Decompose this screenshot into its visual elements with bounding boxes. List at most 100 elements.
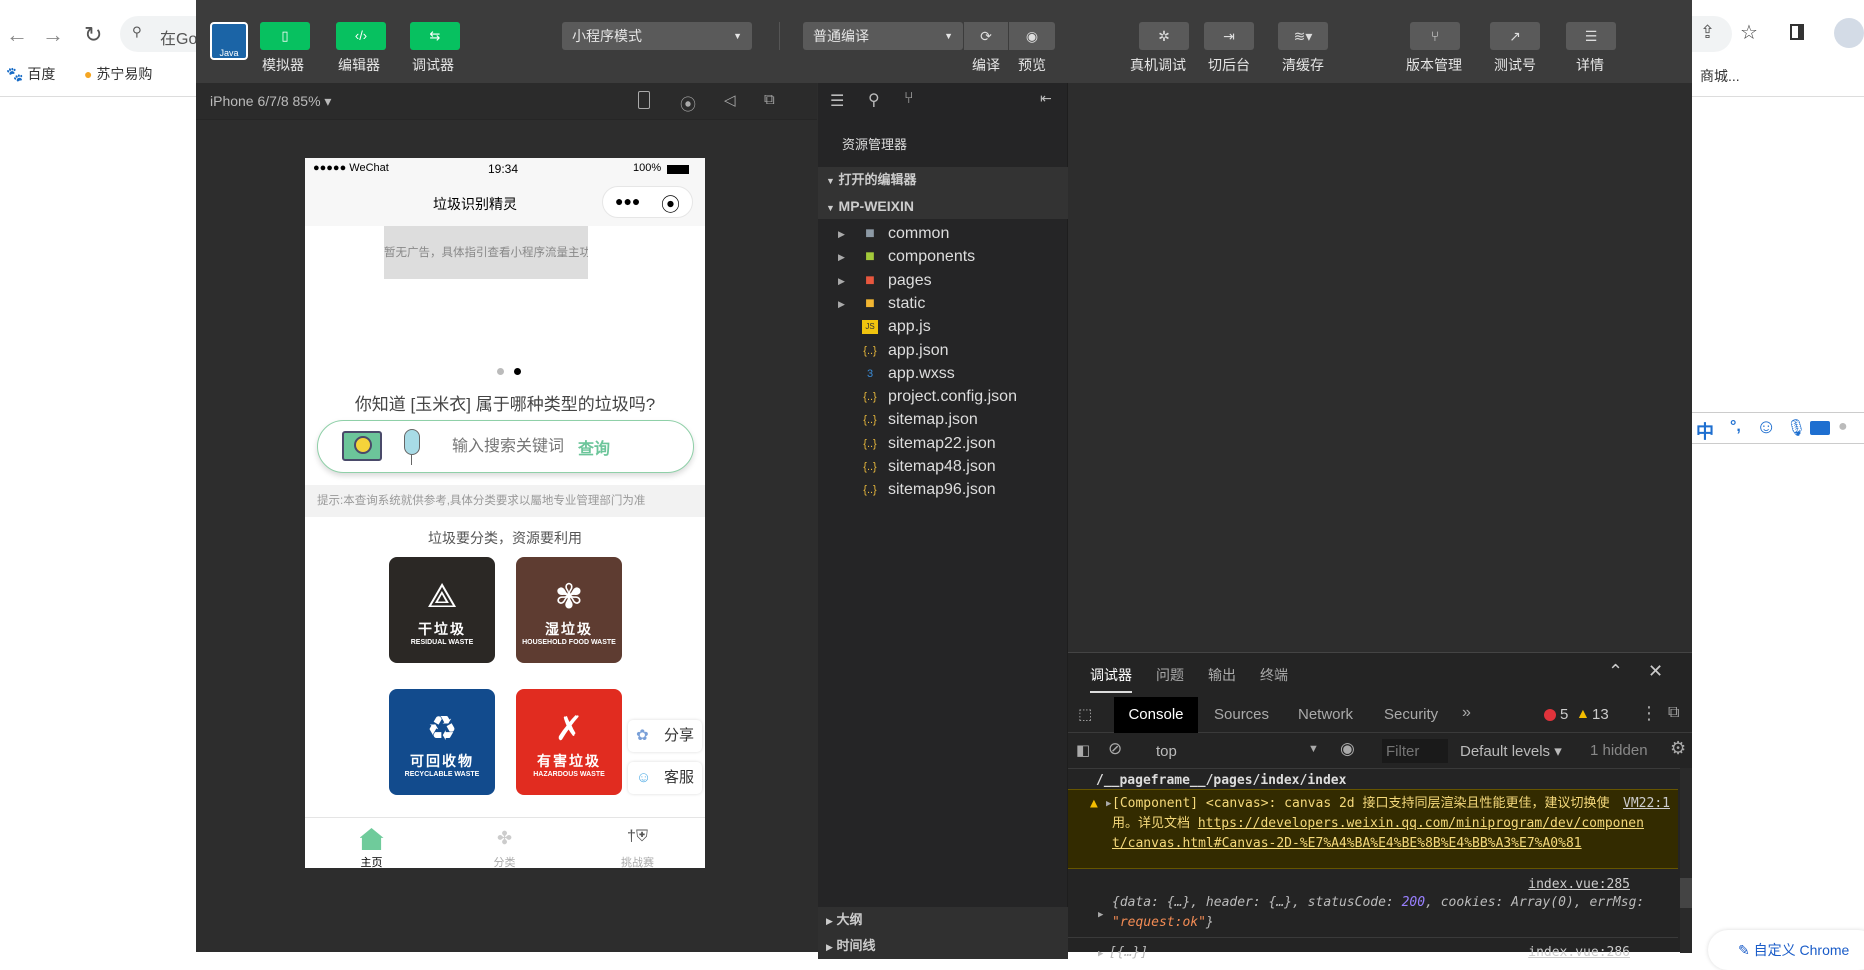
volume-icon[interactable]: ◁	[724, 91, 736, 109]
tab-home[interactable]: 主页	[305, 828, 438, 868]
background-button[interactable]: ⇥	[1204, 22, 1254, 50]
tree-item-common[interactable]: ▶ ■ common	[818, 221, 1068, 247]
back-button[interactable]: ←	[6, 22, 28, 48]
more-options-icon[interactable]: ⋮	[1640, 703, 1658, 724]
open-editors-section[interactable]: ▼ 打开的编辑器	[818, 167, 1068, 193]
compile-button[interactable]: ⟳	[964, 22, 1008, 50]
log-object[interactable]: ▶ {data: {…}, header: {…}, statusCode: 2…	[1098, 893, 1652, 933]
swiper-dot-active[interactable]	[514, 368, 521, 375]
swiper-dot[interactable]	[497, 368, 504, 375]
bookmark-suning[interactable]: ● 苏宁易购	[84, 64, 152, 84]
tab-sources[interactable]: Sources	[1214, 706, 1269, 723]
ad-banner[interactable]: 暂无广告，具体指引查看小程序流量主功能	[384, 226, 588, 279]
source-link[interactable]: index.vue:286	[1528, 945, 1630, 960]
details-button[interactable]: ☰	[1566, 22, 1616, 50]
reload-button[interactable]: ↻	[84, 22, 102, 48]
project-section[interactable]: ▼ MP-WEIXIN	[818, 193, 1068, 219]
tab-output[interactable]: 输出	[1208, 665, 1236, 685]
log-array[interactable]: ▶ [{…}]	[1098, 945, 1148, 960]
context-select[interactable]: top	[1156, 743, 1177, 760]
tab-security[interactable]: Security	[1384, 706, 1438, 723]
caret-down-icon[interactable]: ▼	[1308, 743, 1319, 755]
list-icon[interactable]: ☰	[830, 91, 844, 111]
tree-item-project-config-json[interactable]: {..} project.config.json	[818, 384, 1068, 410]
search-button[interactable]: 查询	[578, 435, 610, 459]
source-link[interactable]: VM22:1	[1623, 794, 1670, 814]
filter-input[interactable]	[1382, 739, 1448, 763]
remote-debug-button[interactable]: ✲	[1139, 22, 1189, 50]
debugger-button[interactable]: ⇆	[410, 22, 460, 50]
outline-section[interactable]: ▶ 大纲	[818, 907, 1068, 933]
tree-item-sitemap96-json[interactable]: {..} sitemap96.json	[818, 477, 1068, 503]
search-input[interactable]	[438, 433, 578, 461]
tree-item-app-json[interactable]: {..} app.json	[818, 338, 1068, 364]
compile-select[interactable]: 普通编译 ▼	[803, 22, 963, 50]
source-link[interactable]: index.vue:285	[1528, 877, 1630, 892]
more-icon[interactable]: ●●●	[615, 193, 640, 209]
bookmark-mall[interactable]: 商城...	[1700, 66, 1740, 86]
category-tile[interactable]: ✗ 有害垃圾 HAZARDOUS WASTE	[516, 689, 622, 795]
version-button[interactable]: ⑂	[1410, 22, 1460, 50]
ime-mode[interactable]: 中	[1696, 418, 1714, 444]
scrollbar[interactable]	[1680, 768, 1692, 953]
preview-button[interactable]: ◉	[1009, 22, 1055, 50]
settings-icon[interactable]: ⚙	[1670, 738, 1686, 759]
customer-service-button[interactable]: ☺ 客服	[628, 762, 702, 794]
clear-console-icon[interactable]: ⊘	[1108, 739, 1122, 759]
collapse-panel-icon[interactable]: ⇤	[1040, 90, 1052, 107]
profile-avatar[interactable]	[1834, 18, 1864, 48]
tree-item-sitemap22-json[interactable]: {..} sitemap22.json	[818, 431, 1068, 457]
record-icon[interactable]: ⦿	[680, 91, 696, 115]
detach-icon[interactable]: ⧉	[764, 91, 775, 108]
warning-count[interactable]: 13	[1592, 706, 1609, 723]
camera-icon[interactable]	[342, 431, 382, 461]
share-button[interactable]: ✿ 分享	[628, 720, 702, 752]
category-tile[interactable]: ⟁ 干垃圾 RESIDUAL WASTE	[389, 557, 495, 663]
tree-item-components[interactable]: ▶ ■ components	[818, 244, 1068, 270]
inspect-icon[interactable]: ⬚	[1078, 705, 1092, 723]
microphone-icon[interactable]: 🎙	[1786, 418, 1806, 438]
device-select[interactable]: iPhone 6/7/8 85% ▾	[210, 93, 331, 110]
emoji-icon[interactable]: ☺	[1756, 416, 1776, 439]
error-count[interactable]: 5	[1560, 706, 1568, 723]
tree-item-sitemap-json[interactable]: {..} sitemap.json	[818, 407, 1068, 433]
levels-select[interactable]: Default levels ▾	[1460, 742, 1562, 760]
ime-punct[interactable]: °,	[1730, 418, 1741, 436]
sidepanel-icon[interactable]	[1790, 24, 1804, 40]
tab-network[interactable]: Network	[1298, 706, 1353, 723]
sidebar-toggle-icon[interactable]: ◧	[1076, 741, 1090, 759]
chevron-up-icon[interactable]: ⌃	[1608, 661, 1623, 682]
star-icon[interactable]: ☆	[1740, 20, 1758, 45]
category-tile[interactable]: ✾ 湿垃圾 HOUSEHOLD FOOD WASTE	[516, 557, 622, 663]
device-icon[interactable]	[638, 91, 650, 109]
simulator-button[interactable]: ▯	[260, 22, 310, 50]
search-icon[interactable]: ⚲	[868, 90, 880, 110]
microphone-icon[interactable]	[404, 429, 420, 455]
category-tile[interactable]: ♻ 可回收物 RECYCLABLE WASTE	[389, 689, 495, 795]
tab-challenge[interactable]: †⛨ 挑战赛	[571, 828, 704, 868]
tree-item-app-js[interactable]: JS app.js	[818, 314, 1068, 340]
tree-item-pages[interactable]: ▶ ■ pages	[818, 268, 1068, 294]
tab-debugger[interactable]: 调试器	[1090, 665, 1132, 693]
forward-button[interactable]: →	[42, 22, 64, 48]
test-account-button[interactable]: ↗	[1490, 22, 1540, 50]
editor-button[interactable]: ‹/›	[336, 22, 386, 50]
expand-icon[interactable]: ▶	[1106, 794, 1111, 814]
close-miniprogram-icon[interactable]: ⦿	[661, 190, 680, 217]
bookmark-baidu[interactable]: 🐾 百度	[6, 64, 55, 84]
tab-terminal[interactable]: 终端	[1260, 665, 1288, 685]
git-icon[interactable]: ⑂	[904, 90, 914, 108]
tree-item-sitemap48-json[interactable]: {..} sitemap48.json	[818, 454, 1068, 480]
keyboard-icon[interactable]	[1810, 421, 1830, 435]
eye-icon[interactable]: ◉	[1340, 739, 1355, 759]
mode-select[interactable]: 小程序模式 ▼	[562, 22, 752, 50]
share-icon[interactable]: ⇪	[1700, 22, 1715, 43]
dock-icon[interactable]: ⧉	[1668, 704, 1679, 722]
close-icon[interactable]: ✕	[1648, 661, 1663, 682]
tree-item-static[interactable]: ▶ ■ static	[818, 291, 1068, 317]
tab-console[interactable]: Console	[1114, 697, 1198, 733]
user-icon[interactable]: ●	[1838, 418, 1848, 436]
customize-chrome-button[interactable]: ✎ 自定义 Chrome	[1708, 930, 1864, 970]
more-tabs-button[interactable]: »	[1462, 704, 1471, 722]
tree-item-app-wxss[interactable]: 3 app.wxss	[818, 361, 1068, 387]
